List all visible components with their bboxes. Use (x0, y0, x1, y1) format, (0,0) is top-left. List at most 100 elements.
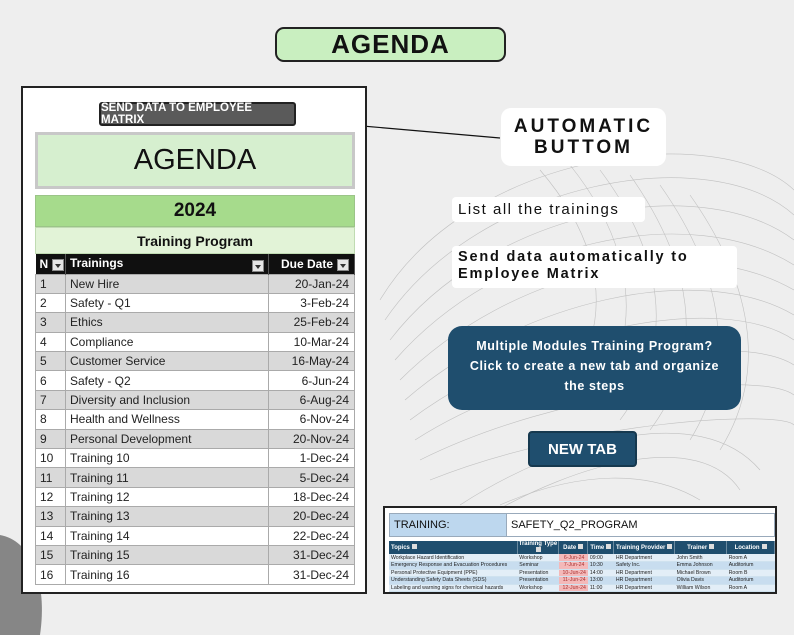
table-row[interactable]: 14 Training 14 22-Dec-24 (35, 525, 355, 546)
training-name[interactable]: Training 10 (65, 448, 269, 469)
mini-table-row[interactable]: Labeling and warning signs for chemical … (389, 584, 775, 592)
row-number[interactable]: 1 (35, 273, 66, 294)
mini-table-cell[interactable]: 6-Jun-24 (558, 554, 588, 562)
table-row[interactable]: 13 Training 13 20-Dec-24 (35, 506, 355, 527)
row-number[interactable]: 14 (35, 525, 66, 546)
mini-table-cell[interactable]: 14:00 (587, 569, 614, 577)
due-date[interactable]: 20-Dec-24 (268, 506, 355, 527)
filter-dropdown-icon[interactable] (709, 544, 715, 549)
table-row[interactable]: 3 Ethics 25-Feb-24 (35, 312, 355, 333)
due-date[interactable]: 10-Mar-24 (268, 331, 355, 353)
mini-table-cell[interactable]: Room A (726, 584, 775, 592)
mini-table-cell[interactable]: Auditorium (726, 561, 775, 570)
mini-table-cell[interactable]: 11:00 (587, 584, 614, 592)
row-number[interactable]: 3 (35, 312, 66, 333)
due-date[interactable]: 6-Jun-24 (268, 370, 355, 391)
mini-table-cell[interactable]: Seminar (517, 561, 559, 570)
due-date[interactable]: 1-Dec-24 (268, 448, 355, 469)
mini-table-cell[interactable]: Presentation (517, 569, 559, 577)
training-name[interactable]: Personal Development (65, 428, 269, 450)
mini-table-cell[interactable]: 10:30 (587, 561, 614, 570)
mini-table-cell[interactable]: John Smith (674, 554, 727, 562)
training-name[interactable]: Training 16 (65, 564, 269, 585)
mini-table-cell[interactable]: Workshop (517, 554, 559, 562)
row-number[interactable]: 13 (35, 506, 66, 527)
mini-table-cell[interactable]: 7-Jun-24 (558, 561, 588, 570)
mini-table-cell[interactable]: HR Department (613, 584, 675, 592)
mini-table-cell[interactable]: Auditorium (726, 576, 775, 585)
table-row[interactable]: 2 Safety - Q1 3-Feb-24 (35, 292, 355, 314)
mini-table-cell[interactable]: Room A (726, 554, 775, 562)
row-number[interactable]: 9 (35, 428, 66, 450)
mini-table-row[interactable]: Workplace Hazard Identification Workshop 6… (389, 554, 775, 562)
training-name[interactable]: Health and Wellness (65, 409, 269, 430)
training-name[interactable]: Training 14 (65, 525, 269, 546)
table-row[interactable]: 1 New Hire 20-Jan-24 (35, 273, 355, 294)
table-row[interactable]: 8 Health and Wellness 6-Nov-24 (35, 409, 355, 430)
training-name[interactable]: Training 11 (65, 467, 269, 488)
table-row[interactable]: 5 Customer Service 16-May-24 (35, 351, 355, 372)
table-row[interactable]: 4 Compliance 10-Mar-24 (35, 331, 355, 353)
mini-table-cell[interactable]: Personal Protective Equipment (PPE) (389, 569, 518, 577)
training-name[interactable]: Ethics (65, 312, 269, 333)
row-number[interactable]: 8 (35, 409, 66, 430)
row-number[interactable]: 12 (35, 486, 66, 508)
row-number[interactable]: 11 (35, 467, 66, 488)
mini-table-cell[interactable]: William Wilson (674, 584, 727, 592)
training-name[interactable]: Compliance (65, 331, 269, 353)
due-date[interactable]: 3-Feb-24 (268, 292, 355, 314)
mini-table-cell[interactable]: Workplace Hazard Identification (389, 554, 518, 562)
training-name[interactable]: Customer Service (65, 351, 269, 372)
filter-dropdown-icon[interactable] (337, 258, 349, 271)
due-date[interactable]: 22-Dec-24 (268, 525, 355, 546)
mini-table-cell[interactable]: Michael Brown (674, 569, 727, 577)
mini-table-cell[interactable]: HR Department (613, 554, 675, 562)
send-to-employee-matrix-button[interactable]: SEND DATA TO EMPLOYEE MATRIX (99, 102, 296, 126)
filter-dropdown-icon[interactable] (52, 258, 65, 271)
row-number[interactable]: 5 (35, 351, 66, 372)
table-row[interactable]: 11 Training 11 5-Dec-24 (35, 467, 355, 488)
mini-table-cell[interactable]: 13:00 (587, 576, 614, 585)
due-date[interactable]: 31-Dec-24 (268, 544, 355, 566)
due-date[interactable]: 6-Aug-24 (268, 389, 355, 411)
due-date[interactable]: 18-Dec-24 (268, 486, 355, 508)
training-name[interactable]: Safety - Q2 (65, 370, 269, 391)
filter-dropdown-icon[interactable] (761, 544, 767, 549)
filter-dropdown-icon[interactable] (411, 544, 417, 549)
filter-dropdown-icon[interactable] (667, 544, 673, 549)
mini-table-cell[interactable]: Labeling and warning signs for chemical … (389, 584, 518, 592)
filter-dropdown-icon[interactable] (606, 544, 612, 549)
mini-table-cell[interactable]: 11-Jun-24 (558, 576, 588, 585)
due-date[interactable]: 25-Feb-24 (268, 312, 355, 333)
training-value[interactable]: SAFETY_Q2_PROGRAM (506, 514, 774, 536)
row-number[interactable]: 16 (35, 564, 66, 585)
mini-table-cell[interactable]: Emergency Response and Evacuation Proced… (389, 561, 518, 570)
table-row[interactable]: 10 Training 10 1-Dec-24 (35, 448, 355, 469)
table-row[interactable]: 9 Personal Development 20-Nov-24 (35, 428, 355, 450)
mini-table-cell[interactable]: Olivia Davis (674, 576, 727, 585)
due-date[interactable]: 6-Nov-24 (268, 409, 355, 430)
mini-table-row[interactable]: Understanding Safety Data Sheets (SDS) Pr… (389, 576, 775, 585)
mini-table-row[interactable]: Emergency Response and Evacuation Proced… (389, 561, 775, 570)
new-tab-button[interactable]: NEW TAB (528, 431, 637, 467)
filter-dropdown-icon[interactable] (252, 259, 264, 272)
mini-table-cell[interactable]: Safety Inc. (613, 561, 675, 570)
training-name[interactable]: New Hire (65, 273, 269, 294)
training-name[interactable]: Safety - Q1 (65, 292, 269, 314)
mini-table-cell[interactable]: Presentation (517, 576, 559, 585)
table-row[interactable]: 12 Training 12 18-Dec-24 (35, 486, 355, 508)
table-row[interactable]: 15 Training 15 31-Dec-24 (35, 544, 355, 566)
due-date[interactable]: 20-Nov-24 (268, 428, 355, 450)
row-number[interactable]: 15 (35, 544, 66, 566)
table-row[interactable]: 6 Safety - Q2 6-Jun-24 (35, 370, 355, 391)
row-number[interactable]: 2 (35, 292, 66, 314)
due-date[interactable]: 5-Dec-24 (268, 467, 355, 488)
training-name[interactable]: Diversity and Inclusion (65, 389, 269, 411)
mini-table-cell[interactable]: 10-Jun-24 (558, 569, 588, 577)
mini-table-cell[interactable]: 09:00 (587, 554, 614, 562)
mini-table-cell[interactable]: Emma Johnson (674, 561, 727, 570)
mini-table-cell[interactable]: 12-Jun-24 (558, 584, 588, 592)
mini-table-cell[interactable]: Workshop (517, 584, 559, 592)
table-row[interactable]: 16 Training 16 31-Dec-24 (35, 564, 355, 585)
mini-table-cell[interactable]: HR Department (613, 576, 675, 585)
